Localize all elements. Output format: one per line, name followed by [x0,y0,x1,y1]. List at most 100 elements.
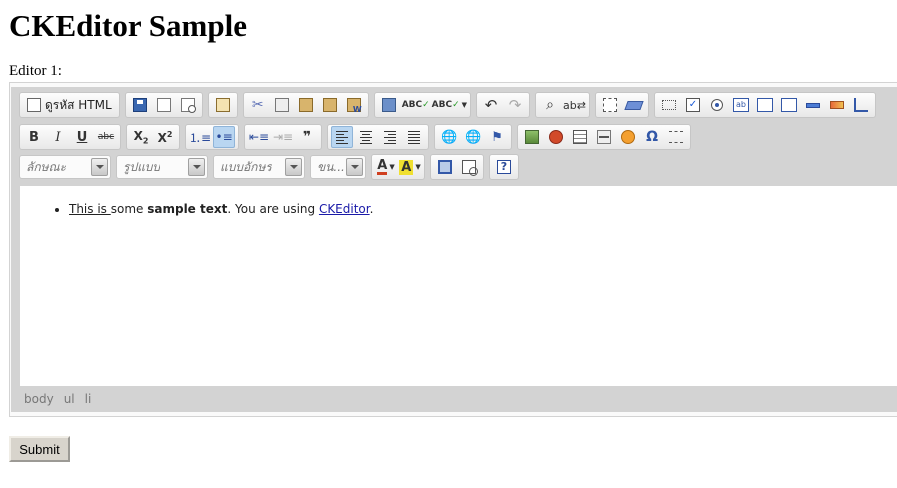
toolbar-group-find: ⌕ ab⇄ [535,92,590,118]
select-field-icon [781,98,797,112]
align-right-button[interactable] [379,126,401,148]
font-size-combo-label: ขน... [317,159,345,174]
path-item-li[interactable]: li [85,392,92,408]
select-all-icon [603,98,617,112]
save-icon [132,98,147,112]
checkbox-icon: ✓ [686,98,700,112]
table-button[interactable] [569,126,591,148]
new-page-button[interactable] [153,94,175,116]
chevron-down-icon: ▼ [415,163,421,171]
editor-chrome: ดูรหัส HTML ✂ ABC✓ ABC✓▼ ↶ ↷ ⌕ [11,87,897,412]
toolbar-group-about: ? [489,154,519,180]
bg-color-button[interactable]: A ▼ [399,156,421,178]
page-break-icon [669,131,684,143]
textarea-button[interactable] [754,94,776,116]
bold-button[interactable]: B [23,126,45,148]
save-button[interactable] [129,94,151,116]
align-center-button[interactable] [355,126,377,148]
chevron-down-icon [91,158,108,176]
font-size-combo[interactable]: ขน... [310,155,366,179]
templates-button[interactable] [212,94,234,116]
editor-content-area[interactable]: This is some sample text. You are using … [20,186,897,386]
anchor-button[interactable]: ⚑ [486,126,508,148]
spell-as-you-type-button[interactable]: ABC✓ ▼ [432,94,467,116]
hidden-field-icon [854,98,868,112]
numbered-list-button[interactable]: ⒈≡ [189,126,211,148]
undo-button[interactable]: ↶ [480,94,502,116]
preview-icon [180,98,196,113]
unlink-button[interactable]: 🌐 [462,126,484,148]
special-char-button[interactable]: Ω [641,126,663,148]
blockquote-icon: ❞ [302,129,312,145]
link-button[interactable]: 🌐 [438,126,460,148]
radio-button[interactable] [706,94,728,116]
toolbar-group-indent: ⇤≡ ⇥≡ ❞ [244,124,323,150]
indent-button[interactable]: ⇥≡ [272,126,294,148]
strike-button[interactable]: abc [95,126,117,148]
toolbar-row-2: B I U abc X2 X2 ⒈≡ •≡ ⇤≡ ⇥≡ ❞ 🌐 🌐 ⚑ Ω [19,124,692,150]
smiley-icon [621,130,636,144]
path-item-ul[interactable]: ul [64,392,75,408]
spellcheck-button[interactable]: ABC✓ [402,94,430,116]
redo-button[interactable]: ↷ [504,94,526,116]
image-button[interactable] [521,126,543,148]
copy-button[interactable] [271,94,293,116]
underline-button[interactable]: U [71,126,93,148]
about-button[interactable]: ? [493,156,515,178]
content-text: some [110,202,148,216]
text-field-button[interactable]: ab [730,94,752,116]
italic-button[interactable]: I [47,126,69,148]
remove-format-button[interactable] [623,94,645,116]
bg-color-icon: A [399,159,414,175]
button-field-button[interactable] [802,94,824,116]
paste-button[interactable] [295,94,317,116]
toolbar-group-forms: ✓ ab [654,92,876,118]
text-color-button[interactable]: A ▼ [375,156,397,178]
image-button-field-button[interactable] [826,94,848,116]
select-field-button[interactable] [778,94,800,116]
subscript-icon: X2 [133,128,149,146]
format-combo[interactable]: รูปแบบ [116,155,208,179]
subscript-button[interactable]: X2 [130,126,152,148]
paste-word-icon [346,98,362,114]
text-color-icon: A [377,158,388,175]
path-item-body[interactable]: body [24,392,54,408]
select-all-button[interactable] [599,94,621,116]
find-button[interactable]: ⌕ [539,94,561,116]
flash-button[interactable] [545,126,567,148]
align-left-button[interactable] [331,126,354,148]
submit-button[interactable]: Submit [9,436,70,462]
paste-word-button[interactable] [343,94,365,116]
maximize-button[interactable] [434,156,456,178]
content-list: This is some sample text. You are using … [69,202,373,216]
paste-text-button[interactable] [319,94,341,116]
print-button[interactable] [378,94,400,116]
form-button[interactable] [658,94,680,116]
toolbar-group-select [595,92,649,118]
toolbar-row-3: ลักษณะ รูปแบบ แบบอักษร ขน... A ▼ A ▼ ? [19,154,519,180]
hidden-field-button[interactable] [850,94,872,116]
replace-button[interactable]: ab⇄ [563,94,586,116]
superscript-button[interactable]: X2 [154,126,176,148]
bulleted-list-button[interactable]: •≡ [213,126,236,148]
styles-combo[interactable]: ลักษณะ [19,155,111,179]
templates-icon [215,98,230,112]
horizontal-rule-button[interactable] [593,126,615,148]
preview-button[interactable] [177,94,199,116]
content-underlined-text: This is [69,202,111,216]
justify-button[interactable] [403,126,425,148]
toolbar-group-clipboard: ✂ [242,92,369,118]
page-break-button[interactable] [665,126,687,148]
cut-button[interactable]: ✂ [247,94,269,116]
source-button[interactable]: ดูรหัส HTML [23,94,116,116]
printer-icon [381,98,396,112]
font-combo[interactable]: แบบอักษร [213,155,305,179]
show-blocks-button[interactable] [458,156,480,178]
blockquote-button[interactable]: ❞ [296,126,318,148]
ckeditor-link[interactable]: CKEditor [319,202,370,216]
outdent-button[interactable]: ⇤≡ [248,126,270,148]
textarea-icon [757,98,773,112]
show-blocks-icon [462,160,478,176]
checkbox-button[interactable]: ✓ [682,94,704,116]
smiley-button[interactable] [617,126,639,148]
